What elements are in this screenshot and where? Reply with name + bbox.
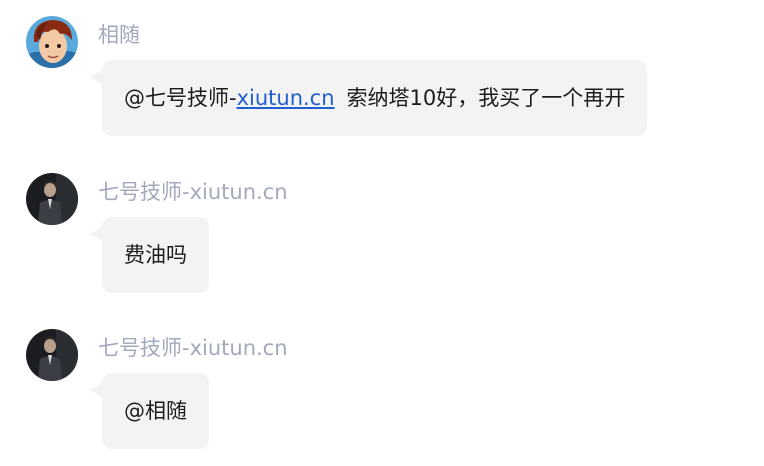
message-bubble: @相随 bbox=[90, 373, 209, 449]
message-text: 费油吗 bbox=[124, 243, 187, 267]
chat-thread: 相随 @七号技师-xiutun.cn 索纳塔10好，我买了一个再开 七号技师-xi… bbox=[0, 0, 764, 466]
sender-name: 七号技师-xiutun.cn bbox=[98, 336, 288, 360]
man-in-suit-avatar-icon[interactable] bbox=[26, 329, 78, 381]
mention-text: @七号技师- bbox=[124, 86, 237, 110]
message-bubble: 费油吗 bbox=[90, 217, 209, 293]
message-text: 索纳塔10好，我买了一个再开 bbox=[346, 86, 626, 110]
sender-name: 相随 bbox=[98, 23, 140, 47]
message-text: @相随 bbox=[124, 399, 187, 423]
message-bubble: @七号技师-xiutun.cn 索纳塔10好，我买了一个再开 bbox=[89, 60, 648, 136]
sender-name: 七号技师-xiutun.cn bbox=[98, 180, 288, 204]
man-in-suit-avatar-icon[interactable] bbox=[26, 173, 78, 225]
mention-link[interactable]: xiutun.cn bbox=[237, 86, 335, 110]
cartoon-boy-avatar-icon[interactable] bbox=[26, 16, 78, 68]
